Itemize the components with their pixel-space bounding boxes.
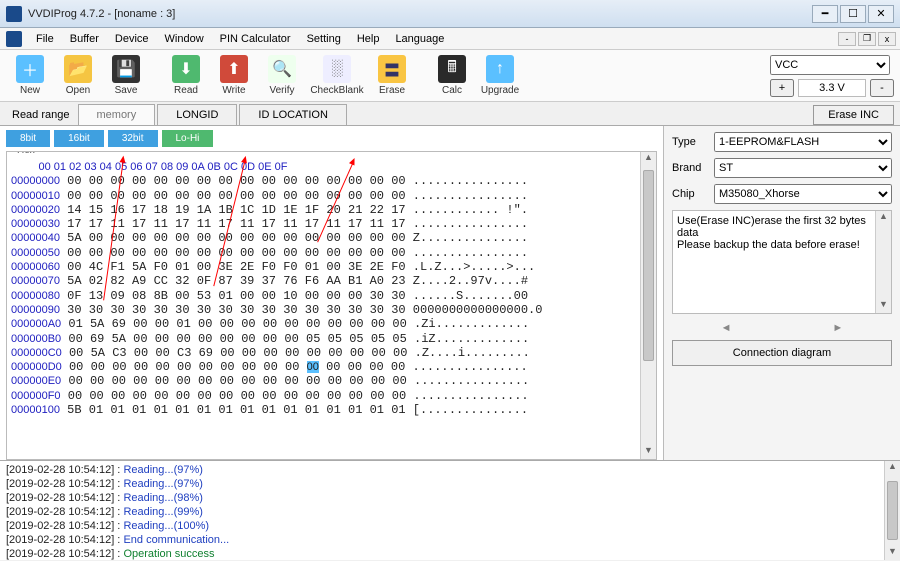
checkblank-button[interactable]: ░CheckBlank xyxy=(306,55,368,96)
menu-language[interactable]: Language xyxy=(387,30,452,48)
lohi-button[interactable]: Lo-Hi xyxy=(162,130,214,147)
menu-help[interactable]: Help xyxy=(349,30,388,48)
verify-icon: 🔍 xyxy=(268,55,296,83)
note-text: Use(Erase INC)erase the first 32 bytes d… xyxy=(677,215,887,251)
menu-buffer[interactable]: Buffer xyxy=(62,30,107,48)
maximize-button[interactable]: ☐ xyxy=(840,5,866,23)
hex-scrollbar[interactable]: ▲ ▼ xyxy=(640,152,656,459)
note-box: Use(Erase INC)erase the first 32 bytes d… xyxy=(672,210,892,314)
chip-label: Chip xyxy=(672,188,714,200)
app-icon xyxy=(6,6,22,22)
calc-button[interactable]: 🖩Calc xyxy=(428,55,476,96)
write-icon: ⬆ xyxy=(220,55,248,83)
tab-memory[interactable]: memory xyxy=(78,104,156,125)
menu-setting[interactable]: Setting xyxy=(299,30,349,48)
toolbar: ＋New 📂Open 💾Save ⬇Read ⬆Write 🔍Verify ░C… xyxy=(0,50,900,102)
erase-icon: 〓 xyxy=(378,55,406,83)
folder-icon: 📂 xyxy=(64,55,92,83)
checkblank-icon: ░ xyxy=(323,55,351,83)
read-range-label: Read range xyxy=(4,105,78,125)
tab-row: Read range memory LONGID ID LOCATION Era… xyxy=(0,102,900,126)
menu-pin-calculator[interactable]: PIN Calculator xyxy=(212,30,299,48)
new-icon: ＋ xyxy=(16,55,44,83)
menu-file[interactable]: File xyxy=(28,30,62,48)
8bit-button[interactable]: 8bit xyxy=(6,130,50,147)
menu-window[interactable]: Window xyxy=(157,30,212,48)
new-button[interactable]: ＋New xyxy=(6,55,54,96)
upgrade-icon: ↑ xyxy=(486,55,514,83)
vcc-mode-select[interactable]: VCC xyxy=(770,55,890,75)
read-button[interactable]: ⬇Read xyxy=(162,55,210,96)
nav-arrows: ◄ ► xyxy=(672,322,892,334)
erase-button[interactable]: 〓Erase xyxy=(368,55,416,96)
hex-pane: 8bit 16bit 32bit Lo-Hi Hex 00 01 02 03 0… xyxy=(0,126,664,460)
hex-view[interactable]: 00 01 02 03 04 05 06 07 08 09 0A 0B 0C 0… xyxy=(7,152,656,421)
scroll-down-icon[interactable]: ▼ xyxy=(641,445,656,459)
vcc-voltage: 3.3 V xyxy=(798,79,866,97)
note-scrollbar[interactable]: ▲▼ xyxy=(875,211,891,313)
hex-group: Hex 00 01 02 03 04 05 06 07 08 09 0A 0B … xyxy=(6,151,657,460)
calculator-icon: 🖩 xyxy=(438,55,466,83)
chip-select[interactable]: M35080_Xhorse xyxy=(714,184,892,204)
mdi-minimize-button[interactable]: - xyxy=(838,32,856,46)
brand-label: Brand xyxy=(672,162,714,174)
vcc-plus-button[interactable]: + xyxy=(770,79,794,97)
mdi-close-button[interactable]: x xyxy=(878,32,896,46)
menu-device[interactable]: Device xyxy=(107,30,157,48)
read-icon: ⬇ xyxy=(172,55,200,83)
type-select[interactable]: 1-EEPROM&FLASH xyxy=(714,132,892,152)
log-output[interactable]: [2019-02-28 10:54:12] : Reading...(97%) … xyxy=(0,461,900,560)
save-button[interactable]: 💾Save xyxy=(102,55,150,96)
connection-diagram-button[interactable]: Connection diagram xyxy=(672,340,892,366)
title-bar: VVDIProg 4.7.2 - [noname : 3] ━ ☐ ✕ xyxy=(0,0,900,28)
log-area: [2019-02-28 10:54:12] : Reading...(97%) … xyxy=(0,460,900,560)
verify-button[interactable]: 🔍Verify xyxy=(258,55,306,96)
write-button[interactable]: ⬆Write xyxy=(210,55,258,96)
32bit-button[interactable]: 32bit xyxy=(108,130,158,147)
open-button[interactable]: 📂Open xyxy=(54,55,102,96)
minimize-button[interactable]: ━ xyxy=(812,5,838,23)
16bit-button[interactable]: 16bit xyxy=(54,130,104,147)
mdi-restore-button[interactable]: ❐ xyxy=(858,32,876,46)
scroll-up-icon[interactable]: ▲ xyxy=(641,152,656,166)
brand-select[interactable]: ST xyxy=(714,158,892,178)
type-label: Type xyxy=(672,136,714,148)
upgrade-button[interactable]: ↑Upgrade xyxy=(476,55,524,96)
erase-inc-button[interactable]: Erase INC xyxy=(813,105,894,125)
app-icon-small xyxy=(6,31,22,47)
hex-group-title: Hex xyxy=(13,151,39,156)
tab-id-location[interactable]: ID LOCATION xyxy=(239,104,346,125)
vcc-minus-button[interactable]: - xyxy=(870,79,894,97)
device-pane: Type1-EEPROM&FLASH BrandST ChipM35080_Xh… xyxy=(664,126,900,460)
tab-longid[interactable]: LONGID xyxy=(157,104,237,125)
log-scrollbar[interactable]: ▲▼ xyxy=(884,461,900,560)
close-button[interactable]: ✕ xyxy=(868,5,894,23)
menu-bar: File Buffer Device Window PIN Calculator… xyxy=(0,28,900,50)
window-title: VVDIProg 4.7.2 - [noname : 3] xyxy=(28,8,812,20)
save-icon: 💾 xyxy=(112,55,140,83)
scroll-thumb[interactable] xyxy=(643,170,654,360)
